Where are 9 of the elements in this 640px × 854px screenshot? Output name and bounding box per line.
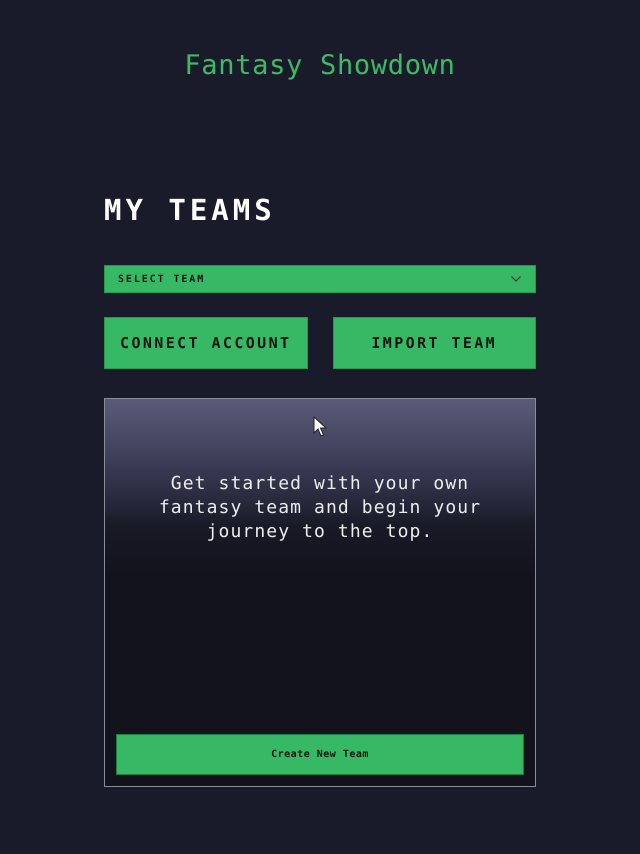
import-team-button[interactable]: IMPORT TEAM: [332, 317, 536, 369]
app-title: Fantasy Showdown: [184, 50, 456, 82]
page-heading: MY TEAMS: [104, 193, 276, 227]
connect-account-button[interactable]: CONNECT ACCOUNT: [104, 317, 308, 369]
create-team-button[interactable]: Create New Team: [116, 734, 524, 775]
cursor-icon: [313, 416, 327, 438]
chevron-icon: [511, 276, 521, 282]
intro-message: Get started with your own fantasy team and begin your journey to the top.: [158, 472, 482, 544]
team-select[interactable]: SELECT TEAM: [104, 265, 536, 293]
